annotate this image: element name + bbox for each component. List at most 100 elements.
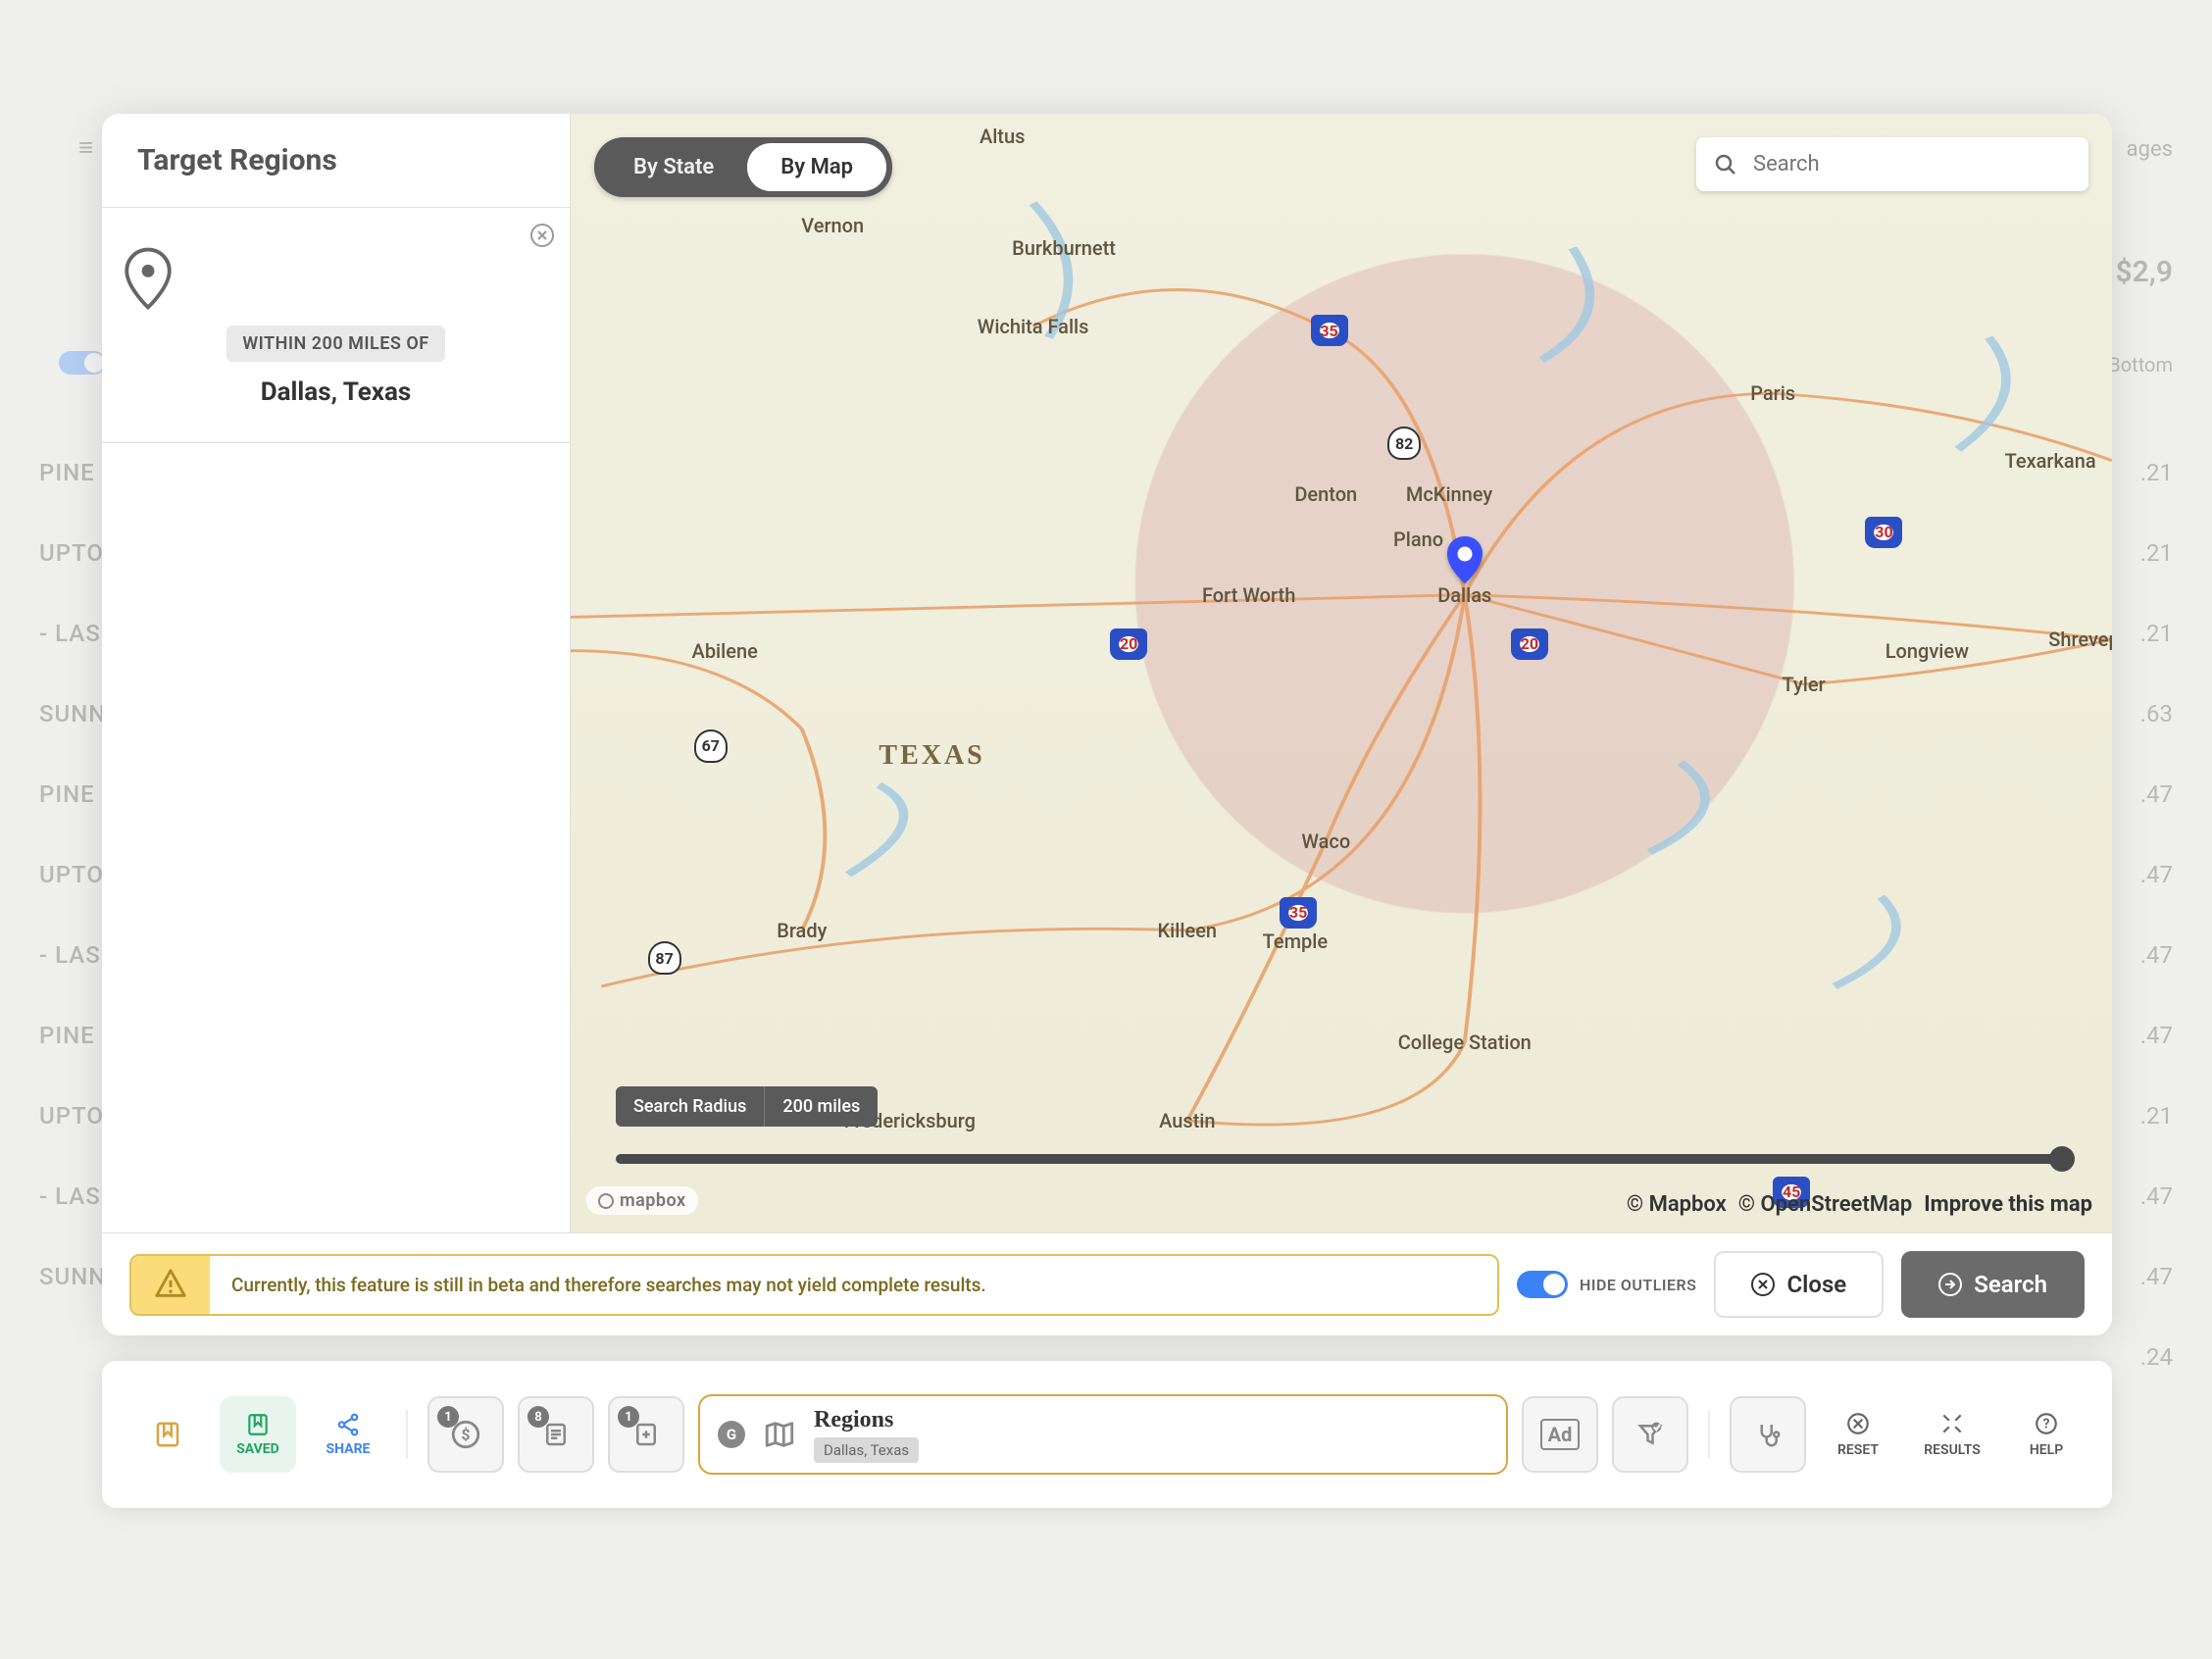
close-icon bbox=[1751, 1273, 1775, 1296]
city-label: Shreveport bbox=[2048, 628, 2112, 651]
city-label: Fort Worth bbox=[1202, 583, 1295, 607]
city-label: Texarkana bbox=[2005, 449, 2096, 473]
bg-price: $2,9 bbox=[2116, 255, 2173, 289]
beta-warning-text: Currently, this feature is still in beta… bbox=[210, 1256, 1008, 1314]
city-label: Brady bbox=[777, 919, 827, 942]
city-label: Longview bbox=[1885, 639, 1969, 663]
close-button[interactable]: Close bbox=[1714, 1251, 1884, 1318]
city-label: Killeen bbox=[1158, 919, 1218, 942]
close-button-label: Close bbox=[1786, 1271, 1846, 1298]
city-label: Austin bbox=[1159, 1109, 1215, 1132]
map-icon bbox=[763, 1418, 796, 1451]
regions-letter-badge: G bbox=[718, 1421, 745, 1448]
city-label: Tyler bbox=[1783, 673, 1826, 696]
shield-i30: 30 bbox=[1865, 517, 1902, 548]
filter-icon: ≡ bbox=[78, 132, 93, 163]
state-label-texas: TEXAS bbox=[879, 740, 984, 772]
search-input[interactable] bbox=[1751, 151, 2071, 177]
map-search-box[interactable] bbox=[1696, 137, 2088, 191]
search-icon bbox=[1714, 153, 1737, 176]
city-label: Abilene bbox=[692, 639, 758, 663]
shield-i20: 20 bbox=[1511, 628, 1548, 660]
city-label: College Station bbox=[1398, 1031, 1532, 1054]
reset-button[interactable]: RESET bbox=[1820, 1411, 1896, 1458]
radius-value: 200 miles bbox=[765, 1086, 878, 1127]
shield-i35b: 35 bbox=[1280, 897, 1317, 929]
improve-map-link[interactable]: Improve this map bbox=[1924, 1192, 2092, 1217]
region-card: WITHIN 200 MILES OF Dallas, Texas bbox=[102, 208, 570, 443]
radius-label: Search Radius bbox=[616, 1086, 765, 1127]
map-roads bbox=[571, 114, 2112, 1232]
search-radius-chip: Search Radius 200 miles bbox=[616, 1086, 878, 1127]
saved-label: SAVED bbox=[236, 1441, 279, 1457]
city-label: Vernon bbox=[801, 214, 864, 237]
bookmark-button[interactable] bbox=[129, 1396, 206, 1473]
sidebar: Target Regions WITHIN 200 MILES OF Dalla… bbox=[102, 114, 571, 1232]
warning-icon bbox=[131, 1256, 210, 1314]
city-label: Denton bbox=[1294, 482, 1357, 506]
regions-subtitle: Dallas, Texas bbox=[814, 1437, 919, 1463]
shield-i35: 35 bbox=[1311, 315, 1348, 346]
city-label: Dallas bbox=[1437, 583, 1491, 607]
attrib-mapbox[interactable]: © Mapbox bbox=[1627, 1192, 1727, 1217]
hide-outliers-label: HIDE OUTLIERS bbox=[1580, 1276, 1696, 1294]
shield-i20w: 20 bbox=[1110, 628, 1147, 660]
city-label: Plano bbox=[1393, 528, 1443, 551]
results-button[interactable]: RESULTS bbox=[1914, 1411, 1990, 1458]
target-regions-card: Target Regions WITHIN 200 MILES OF Dalla… bbox=[102, 114, 2112, 1335]
beta-warning: Currently, this feature is still in beta… bbox=[129, 1254, 1499, 1316]
regions-filter-pill[interactable]: G Regions Dallas, Texas bbox=[698, 1394, 1508, 1475]
shield-us67: 67 bbox=[694, 729, 728, 763]
city-label: Burkburnett bbox=[1012, 236, 1116, 260]
city-label: Paris bbox=[1750, 381, 1795, 405]
regions-title: Regions bbox=[814, 1407, 919, 1433]
arrow-right-icon bbox=[1938, 1273, 1962, 1296]
region-name: Dallas, Texas bbox=[122, 377, 550, 407]
bg-toggle bbox=[59, 351, 106, 375]
svg-text:?: ? bbox=[2042, 1416, 2049, 1432]
map-pin-icon bbox=[122, 247, 550, 310]
ad-label: Ad bbox=[1540, 1419, 1581, 1450]
bg-bottom-label: Bottom bbox=[2108, 353, 2173, 377]
count-badge-8: 8 bbox=[528, 1406, 549, 1428]
dock-chip-add[interactable]: 1 bbox=[608, 1396, 684, 1473]
city-label: Altus bbox=[980, 125, 1025, 148]
view-mode-toggle: By State By Map bbox=[594, 137, 892, 197]
shield-us87: 87 bbox=[648, 941, 681, 975]
city-label: Temple bbox=[1263, 930, 1328, 953]
bg-ages-label: ages bbox=[2127, 137, 2173, 162]
attrib-osm[interactable]: © OpenStreetMap bbox=[1738, 1192, 1912, 1217]
help-button[interactable]: ? HELP bbox=[2008, 1411, 2085, 1458]
city-label: Wichita Falls bbox=[978, 315, 1089, 338]
city-label: McKinney bbox=[1406, 482, 1492, 506]
share-label: SHARE bbox=[327, 1441, 371, 1457]
share-button[interactable]: SHARE bbox=[310, 1396, 386, 1473]
shield-us82: 82 bbox=[1387, 427, 1421, 460]
dock-chip-steth[interactable] bbox=[1730, 1396, 1806, 1473]
dock-chip-funnel[interactable] bbox=[1612, 1396, 1688, 1473]
results-label: RESULTS bbox=[1914, 1442, 1990, 1458]
search-button[interactable]: Search bbox=[1901, 1251, 2085, 1318]
dock-chip-ad[interactable]: Ad bbox=[1522, 1396, 1598, 1473]
reset-label: RESET bbox=[1820, 1442, 1896, 1458]
dock-chip-money[interactable]: 1 $ bbox=[427, 1396, 504, 1473]
within-badge: WITHIN 200 MILES OF bbox=[226, 326, 444, 362]
city-label: Waco bbox=[1301, 830, 1350, 853]
filter-dock: SAVED SHARE 1 $ 8 1 G Regions Dallas, Te… bbox=[102, 1361, 2112, 1508]
hide-outliers-toggle[interactable] bbox=[1517, 1271, 1568, 1298]
saved-button[interactable]: SAVED bbox=[220, 1396, 296, 1473]
radius-slider-thumb[interactable] bbox=[2049, 1146, 2075, 1172]
map-panel[interactable]: Dallas Fort Worth Denton McKinney Plano Wichi… bbox=[571, 114, 2112, 1232]
tab-by-map[interactable]: By Map bbox=[747, 143, 886, 191]
map-center-marker[interactable] bbox=[1447, 536, 1483, 583]
search-button-label: Search bbox=[1974, 1271, 2047, 1298]
mapbox-logo: mapbox bbox=[586, 1186, 698, 1215]
dock-chip-list[interactable]: 8 bbox=[518, 1396, 594, 1473]
map-attribution: © Mapbox © OpenStreetMap Improve this ma… bbox=[1627, 1192, 2092, 1217]
panel-title: Target Regions bbox=[137, 143, 534, 177]
svg-text:$: $ bbox=[462, 1427, 471, 1444]
count-badge-1: 1 bbox=[437, 1406, 459, 1428]
tab-by-state[interactable]: By State bbox=[600, 143, 747, 191]
radius-slider[interactable] bbox=[616, 1154, 2067, 1164]
remove-region-button[interactable] bbox=[530, 224, 554, 247]
